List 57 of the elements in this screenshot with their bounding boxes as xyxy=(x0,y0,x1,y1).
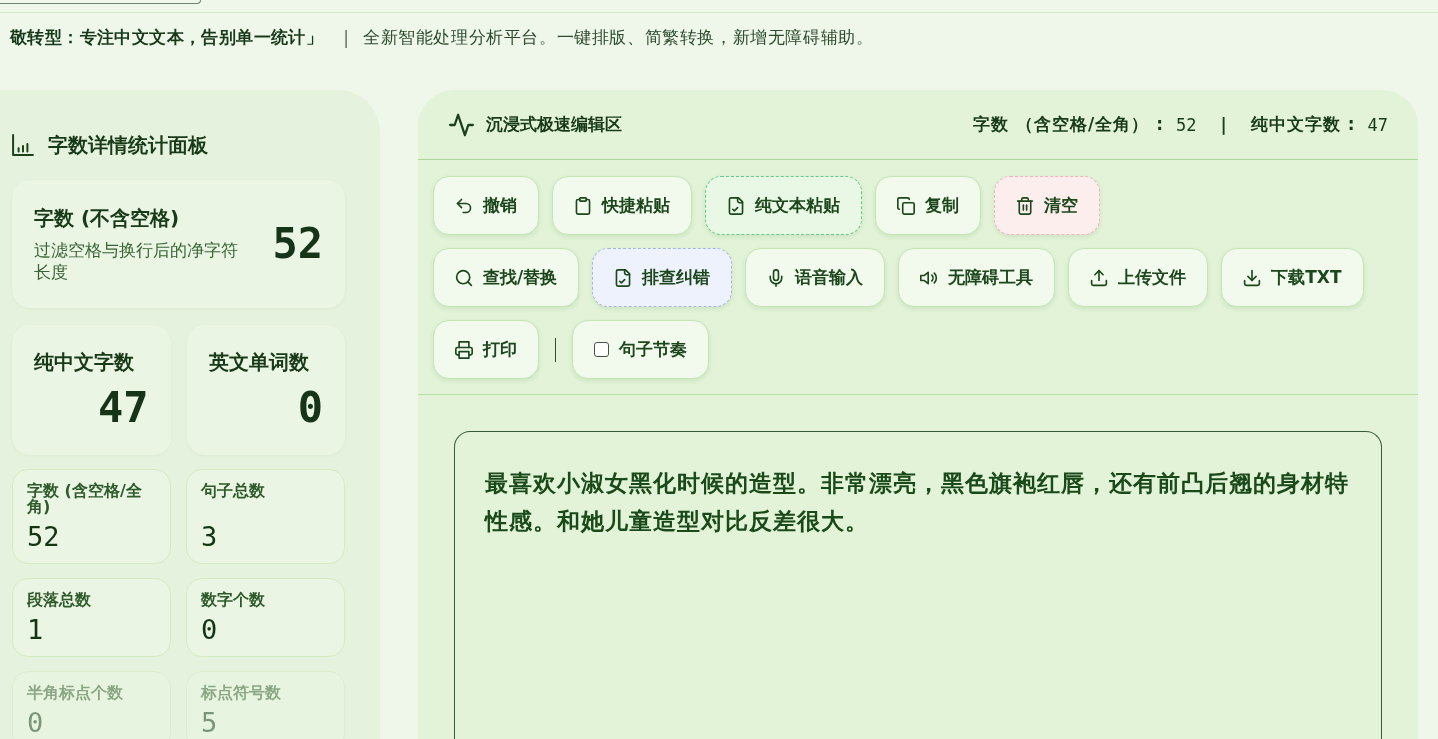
bar-chart-icon xyxy=(12,134,34,156)
stat-description: 过滤空格与换行后的净字符长度 xyxy=(34,239,239,283)
toolbar-button[interactable]: 纯文本粘贴 xyxy=(705,176,862,235)
toolbar-button[interactable]: 语音输入 xyxy=(745,248,886,307)
microphone-icon xyxy=(767,268,786,287)
toolbar-button[interactable]: 清空 xyxy=(994,176,1100,235)
copy-icon xyxy=(897,196,915,215)
separator-text: | xyxy=(1218,114,1229,135)
checkbox[interactable] xyxy=(594,342,609,357)
toolbar-button[interactable]: 无障碍工具 xyxy=(898,248,1056,307)
counter-value: 52 xyxy=(1176,114,1197,135)
panel-title: 字数详情统计面板 xyxy=(48,131,208,159)
toolbar-button[interactable]: 上传文件 xyxy=(1068,248,1209,307)
search-icon xyxy=(455,268,473,287)
download-icon xyxy=(1243,268,1262,287)
pulse-icon xyxy=(449,112,474,137)
trash-icon xyxy=(1016,196,1034,215)
stat-label: 数字个数 xyxy=(201,592,266,608)
stat-label: 段落总数 xyxy=(27,592,92,608)
stat-label: 句子总数 xyxy=(201,483,266,499)
stat-value: 3 xyxy=(201,520,219,553)
toolbar-button[interactable]: 排查纠错 xyxy=(592,248,733,307)
printer-icon xyxy=(455,340,473,359)
stat-value: 1 xyxy=(27,613,45,646)
stat-label: 英文单词数 xyxy=(208,349,310,375)
stat-label: 字数 (不含空格) xyxy=(34,205,181,231)
stat-value: 0 xyxy=(201,613,219,646)
document-check-icon xyxy=(614,268,633,287)
announcement-text: 全新智能处理分析平台。一键排版、简繁转换，新增无障碍辅助。 xyxy=(362,26,874,49)
stat-value: 47 xyxy=(97,383,149,433)
upload-icon xyxy=(1090,268,1109,287)
toolbar-button[interactable]: 快捷粘贴 xyxy=(552,176,692,235)
stat-value: 0 xyxy=(297,383,323,433)
stat-label: 字数 (含空格/全角) xyxy=(27,483,143,515)
counter-label: 字数 （含空格/全角） : xyxy=(973,113,1165,136)
stat-value: 52 xyxy=(27,520,61,553)
stat-value: 52 xyxy=(272,219,323,269)
toolbar-button[interactable]: 查找/替换 xyxy=(433,248,580,307)
toolbar-button[interactable]: 撤销 xyxy=(433,176,539,235)
clipboard-icon xyxy=(574,196,592,215)
text-editor-field[interactable]: 最喜欢小淑女黑化时候的造型。非常漂亮，黑色旗袍红唇，还有前凸后翘的身材特性感。和她儿童造型对比反差很大。 xyxy=(454,431,1382,739)
toolbar-button[interactable]: 句子节奏 xyxy=(572,320,709,379)
stat-label: 半角标点个数 xyxy=(27,685,124,701)
toolbar-button[interactable]: 下载TXT xyxy=(1221,248,1364,307)
toolbar-button[interactable]: 复制 xyxy=(875,176,981,235)
announcement-headline: 敬转型：专注中文文本，告别单一统计」 xyxy=(10,26,324,49)
toolbar-button[interactable]: 打印 xyxy=(433,320,539,379)
panel-title: 沉浸式极速编辑区 xyxy=(486,113,622,136)
counter-label: 纯中文字数 : xyxy=(1250,113,1356,136)
stat-label: 纯中文字数 xyxy=(34,349,135,375)
stat-label: 标点符号数 xyxy=(201,685,282,701)
stat-value: 5 xyxy=(201,706,219,739)
document-check-icon xyxy=(727,196,745,215)
undo-icon xyxy=(455,196,473,215)
separator-text: | xyxy=(343,27,349,48)
stat-value: 0 xyxy=(27,706,45,739)
counter-value: 47 xyxy=(1367,114,1388,135)
